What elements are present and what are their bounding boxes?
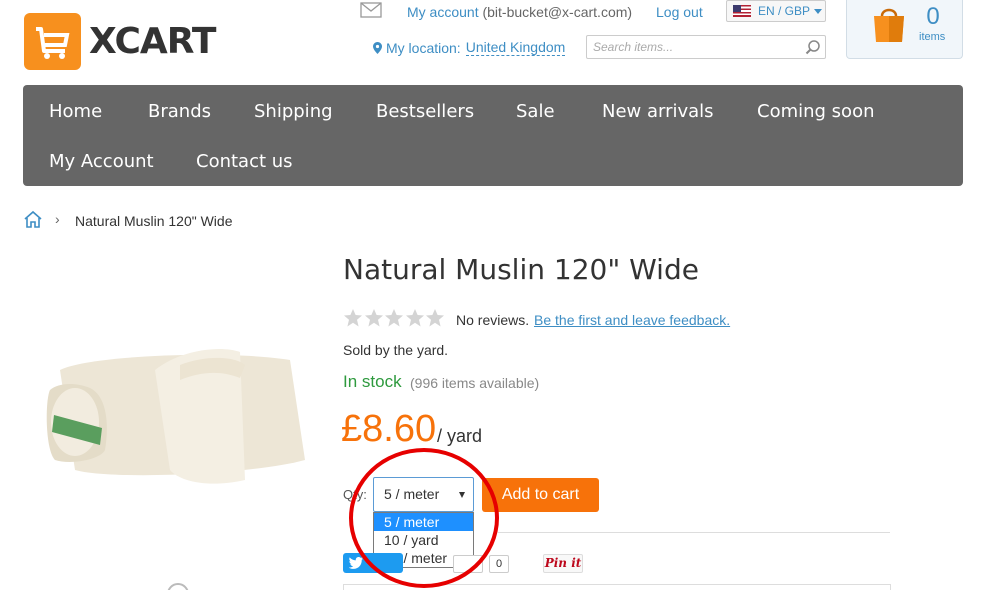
star-icon xyxy=(344,309,362,327)
leave-feedback-link[interactable]: Be the first and leave feedback. xyxy=(534,312,730,328)
cart-items-label: items xyxy=(919,31,946,43)
product-price: £8.60 xyxy=(341,408,437,450)
mail-icon xyxy=(360,2,382,18)
stock-status: In stock xyxy=(343,372,402,391)
search-icon[interactable] xyxy=(805,39,821,55)
qty-option[interactable]: 5 / meter xyxy=(374,513,473,531)
sold-by-text: Sold by the yard. xyxy=(343,342,449,358)
rating-stars[interactable] xyxy=(343,308,446,328)
add-to-cart-button[interactable]: Add to cart xyxy=(482,478,599,512)
chevron-down-icon xyxy=(814,8,823,14)
location-value[interactable]: United Kingdom xyxy=(465,39,566,56)
main-navigation: Home Brands Shipping Bestsellers Sale Ne… xyxy=(23,85,963,186)
qty-option[interactable]: 10 / yard xyxy=(374,531,473,549)
divider xyxy=(498,532,890,533)
nav-item-new-arrivals[interactable]: New arrivals xyxy=(602,101,714,122)
star-icon xyxy=(405,309,424,327)
product-tabs-container xyxy=(343,584,891,590)
nav-item-contact-us[interactable]: Contact us xyxy=(196,151,293,172)
price-unit: / yard xyxy=(437,426,483,446)
search-box xyxy=(586,35,826,59)
breadcrumb-separator: › xyxy=(55,211,60,227)
map-pin-icon xyxy=(373,41,382,54)
nav-item-home[interactable]: Home xyxy=(49,101,102,122)
nav-item-bestsellers[interactable]: Bestsellers xyxy=(376,101,474,122)
nav-item-sale[interactable]: Sale xyxy=(516,101,555,122)
logout-link[interactable]: Log out xyxy=(656,4,703,20)
tweet-button[interactable] xyxy=(343,553,403,573)
logo[interactable]: XCART xyxy=(24,13,216,70)
qty-label: Qty: xyxy=(343,487,367,502)
nav-item-my-account[interactable]: My Account xyxy=(49,151,154,172)
account-email: (bit-bucket@x-cart.com) xyxy=(482,4,633,20)
breadcrumb-current: Natural Muslin 120" Wide xyxy=(75,213,233,229)
account-label: My account xyxy=(407,4,479,20)
share-count-box xyxy=(453,555,483,573)
language-currency-label: EN / GBP xyxy=(758,4,811,18)
pinterest-button[interactable]: Pin it xyxy=(543,554,583,573)
star-icon xyxy=(364,309,383,327)
mini-cart[interactable]: 0 items xyxy=(846,0,963,59)
no-reviews-text: No reviews. xyxy=(456,312,530,328)
my-account-link[interactable]: My account (bit-bucket@x-cart.com) xyxy=(407,4,632,20)
us-flag-icon xyxy=(733,5,751,17)
nav-item-shipping[interactable]: Shipping xyxy=(254,101,333,122)
nav-item-coming-soon[interactable]: Coming soon xyxy=(757,101,874,122)
dropdown-arrow-icon xyxy=(459,492,465,498)
cart-count: 0 xyxy=(926,3,940,30)
qty-select[interactable]: 5 / meter xyxy=(373,477,474,512)
product-image[interactable] xyxy=(30,270,320,520)
search-input[interactable] xyxy=(587,36,797,58)
location-selector[interactable]: My location: United Kingdom xyxy=(373,39,566,56)
location-label: My location: xyxy=(386,39,461,56)
zoom-icon[interactable] xyxy=(167,583,189,590)
qty-selected-value: 5 / meter xyxy=(384,486,440,502)
star-icon xyxy=(426,309,444,327)
language-currency-selector[interactable]: EN / GBP xyxy=(726,0,826,22)
home-icon[interactable] xyxy=(23,210,43,228)
stock-available: (996 items available) xyxy=(410,375,540,391)
product-title: Natural Muslin 120" Wide xyxy=(343,253,699,286)
nav-item-brands[interactable]: Brands xyxy=(148,101,211,122)
star-icon xyxy=(385,309,403,327)
cart-logo-icon xyxy=(24,13,81,70)
logo-text: XCART xyxy=(89,21,216,62)
twitter-icon xyxy=(349,557,363,569)
facebook-share-count: 0 xyxy=(489,555,509,573)
shopping-bag-icon xyxy=(874,8,904,42)
